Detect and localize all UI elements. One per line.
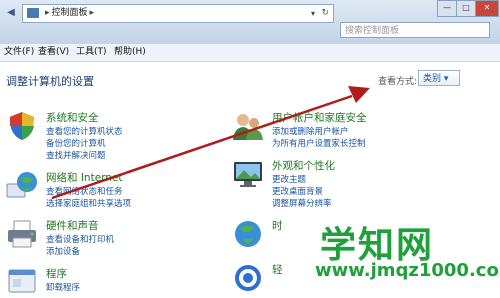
- category-title[interactable]: 用户帐户和家庭安全: [272, 110, 367, 125]
- breadcrumb-chevron[interactable]: ▸: [90, 8, 95, 18]
- control-panel-icon: [27, 8, 39, 18]
- view-by-dropdown[interactable]: 类别 ▾: [418, 70, 460, 86]
- category-system-security: 系统和安全 查看您的计算机状态 备份您的计算机 查找并解决问题: [6, 110, 226, 162]
- link-backup-computer[interactable]: 备份您的计算机: [46, 137, 106, 149]
- link-homegroup-sharing[interactable]: 选择家庭组和共享选项: [46, 197, 131, 209]
- category-network-internet: 网络和 Internet 查看网络状态和任务 选择家庭组和共享选项: [6, 170, 226, 214]
- breadcrumb-control-panel[interactable]: 控制面板: [52, 8, 88, 18]
- minimize-button[interactable]: —: [437, 0, 457, 17]
- page-title: 调整计算机的设置: [6, 75, 94, 88]
- category-appearance: 外观和个性化 更改主题 更改桌面背景 调整屏幕分辨率: [232, 158, 492, 210]
- category-title[interactable]: 外观和个性化: [272, 158, 335, 173]
- link-add-device[interactable]: 添加设备: [46, 245, 80, 257]
- content-header: 调整计算机的设置 查看方式: 类别 ▾: [0, 62, 500, 102]
- globe-icon[interactable]: [6, 170, 38, 202]
- link-devices-printers[interactable]: 查看设备和打印机: [46, 233, 114, 245]
- maximize-button[interactable]: □: [456, 0, 476, 17]
- programs-icon[interactable]: [6, 266, 38, 298]
- menu-help[interactable]: 帮助(H): [114, 44, 146, 61]
- printer-icon[interactable]: [6, 218, 38, 250]
- view-by-label: 查看方式:: [378, 77, 418, 87]
- address-dropdown-icon[interactable]: ▾: [311, 5, 315, 22]
- category-user-accounts: 用户帐户和家庭安全 添加或删除用户帐户 为所有用户设置家长控制: [232, 110, 492, 154]
- link-change-theme[interactable]: 更改主题: [272, 173, 306, 185]
- link-troubleshoot[interactable]: 查找并解决问题: [46, 149, 106, 161]
- breadcrumb-separator: ▸: [45, 8, 50, 18]
- category-ease-of-access: 轻: [232, 262, 312, 298]
- watermark-url: www.jmqz1000.com: [315, 260, 500, 281]
- ease-of-access-icon[interactable]: [232, 262, 264, 294]
- search-input[interactable]: 搜索控制面板: [340, 22, 490, 38]
- title-bar: ◀ ▸ 控制面板 ▸ ▾ ↻ — □ ✕ 搜索控制面板: [0, 0, 500, 45]
- category-title[interactable]: 系统和安全: [46, 110, 99, 125]
- category-clock-region: 时: [232, 218, 312, 254]
- address-bar[interactable]: ▸ 控制面板 ▸ ▾ ↻: [22, 4, 334, 23]
- link-view-computer-status[interactable]: 查看您的计算机状态: [46, 125, 123, 137]
- link-screen-resolution[interactable]: 调整屏幕分辨率: [272, 197, 332, 209]
- menu-tools[interactable]: 工具(T): [76, 44, 107, 61]
- back-icon[interactable]: ◀: [2, 6, 20, 20]
- category-title[interactable]: 轻: [272, 262, 283, 277]
- refresh-icon[interactable]: ↻: [321, 5, 329, 22]
- link-change-background[interactable]: 更改桌面背景: [272, 185, 323, 197]
- clock-globe-icon[interactable]: [232, 218, 264, 250]
- category-title[interactable]: 网络和 Internet: [46, 170, 123, 185]
- category-title[interactable]: 硬件和声音: [46, 218, 99, 233]
- close-button[interactable]: ✕: [475, 0, 499, 17]
- link-uninstall-program[interactable]: 卸载程序: [46, 281, 80, 293]
- category-programs: 程序 卸载程序: [6, 266, 226, 298]
- users-icon[interactable]: [232, 110, 264, 142]
- category-hardware-sound: 硬件和声音 查看设备和打印机 添加设备: [6, 218, 226, 262]
- category-title[interactable]: 程序: [46, 266, 67, 281]
- menu-file[interactable]: 文件(F): [4, 44, 34, 61]
- menu-view[interactable]: 查看(V): [38, 44, 69, 61]
- category-title[interactable]: 时: [272, 218, 283, 233]
- link-parental-controls[interactable]: 为所有用户设置家长控制: [272, 137, 366, 149]
- link-network-status[interactable]: 查看网络状态和任务: [46, 185, 123, 197]
- shield-icon[interactable]: [6, 110, 38, 142]
- monitor-icon[interactable]: [232, 158, 264, 190]
- menu-bar: 文件(F) 查看(V) 工具(T) 帮助(H): [0, 44, 500, 62]
- link-add-remove-accounts[interactable]: 添加或删除用户帐户: [272, 125, 349, 137]
